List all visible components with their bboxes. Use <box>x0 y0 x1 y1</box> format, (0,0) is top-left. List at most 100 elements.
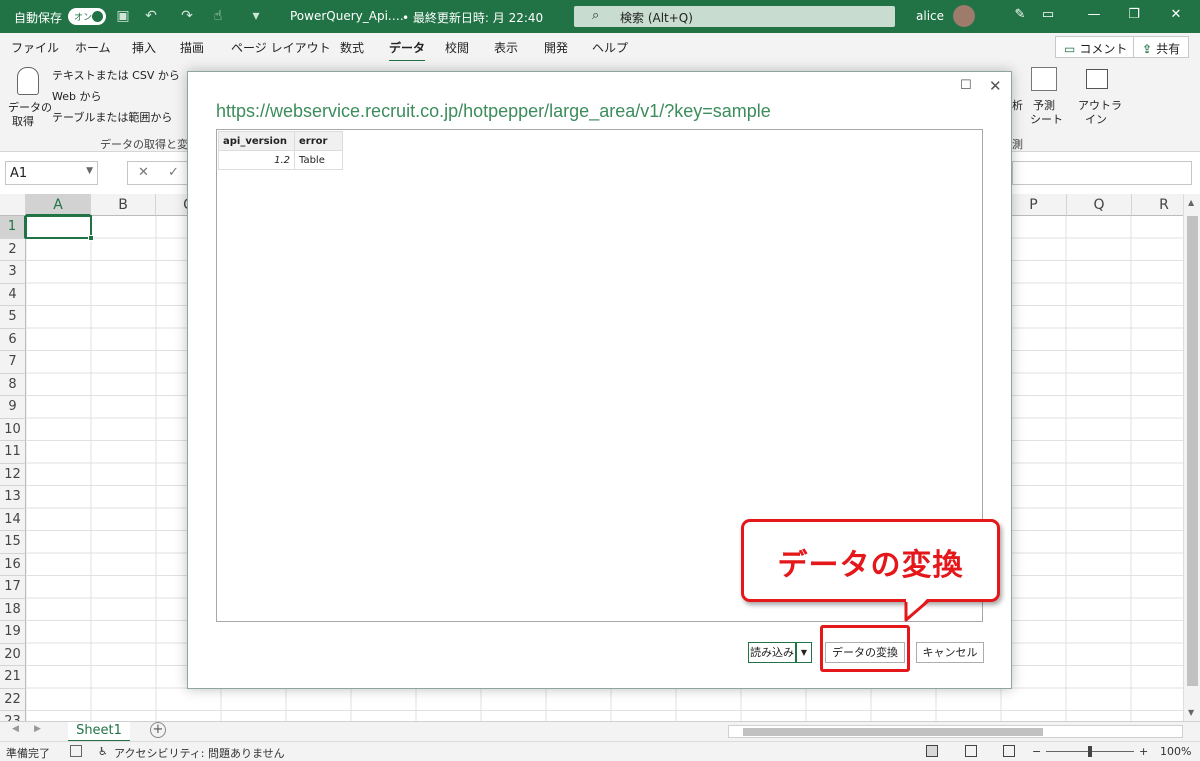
select-all-corner[interactable] <box>0 194 26 216</box>
tab-file[interactable]: ファイル <box>11 39 59 56</box>
outline-label-2[interactable]: イン <box>1085 111 1107 127</box>
scroll-up-icon[interactable]: ▲ <box>1188 198 1194 207</box>
user-name[interactable]: alice <box>916 9 944 23</box>
row-header[interactable]: 14 <box>0 508 26 531</box>
ribbon-display-icon[interactable]: ▭ <box>1038 7 1058 22</box>
zoom-in-icon[interactable]: + <box>1139 745 1148 758</box>
row-header[interactable]: 2 <box>0 238 26 261</box>
sheet-prev-icon[interactable]: ◀ <box>12 724 19 734</box>
from-table-button[interactable]: テーブルまたは範囲から <box>52 109 172 125</box>
preview-header-error: error <box>294 131 343 151</box>
column-header-a[interactable]: A <box>26 194 91 216</box>
redo-icon[interactable]: ↷ <box>178 7 196 25</box>
row-header[interactable]: 18 <box>0 598 26 621</box>
analysis-label[interactable]: 析 <box>1012 97 1023 113</box>
autosave-toggle[interactable]: オン <box>68 8 106 25</box>
active-cell[interactable] <box>25 215 94 241</box>
tab-data[interactable]: データ <box>389 39 426 63</box>
sheet-next-icon[interactable]: ▶ <box>34 724 41 734</box>
from-web-button[interactable]: Web から <box>52 88 101 104</box>
column-header-b[interactable]: B <box>91 194 156 216</box>
name-box[interactable]: A1 ▼ <box>5 161 98 185</box>
row-header[interactable]: 4 <box>0 283 26 306</box>
normal-view-icon[interactable] <box>926 745 938 757</box>
callout-tail <box>904 598 929 622</box>
share-button[interactable]: ⇪ 共有 <box>1133 36 1190 58</box>
row-header[interactable]: 1 <box>0 216 26 239</box>
row-header[interactable]: 12 <box>0 463 26 486</box>
scroll-down-icon[interactable]: ▼ <box>1188 708 1194 717</box>
undo-icon[interactable]: ↶ <box>142 7 160 25</box>
tab-view[interactable]: 表示 <box>494 39 518 56</box>
zoom-out-icon[interactable]: − <box>1032 745 1041 758</box>
tab-formulas[interactable]: 数式 <box>340 39 364 56</box>
zoom-level[interactable]: 100% <box>1160 745 1191 758</box>
share-label: 共有 <box>1156 42 1181 56</box>
accessibility-icon[interactable]: ♿ <box>98 745 108 758</box>
save-icon[interactable]: ▣ <box>114 7 132 25</box>
row-header[interactable]: 17 <box>0 576 26 599</box>
row-header[interactable]: 3 <box>0 261 26 284</box>
comment-button[interactable]: ▭ コメント <box>1055 36 1137 58</box>
preview-cell-error[interactable]: Table <box>294 150 343 170</box>
last-modified[interactable]: • 最終更新日時: 月 22:40 <box>402 9 543 26</box>
tab-home[interactable]: ホーム <box>75 39 111 56</box>
fill-handle[interactable] <box>88 235 94 241</box>
page-layout-view-icon[interactable] <box>965 745 977 757</box>
row-header[interactable]: 15 <box>0 531 26 554</box>
row-header[interactable]: 23 <box>0 711 26 721</box>
row-header[interactable]: 19 <box>0 621 26 644</box>
sheet-tab-sheet1[interactable]: Sheet1 <box>68 722 130 742</box>
minimize-icon[interactable]: — <box>1084 7 1104 22</box>
row-header[interactable]: 11 <box>0 441 26 464</box>
row-header[interactable]: 16 <box>0 553 26 576</box>
autosave-label: 自動保存 <box>14 11 63 25</box>
touch-mode-icon[interactable]: ☝ <box>209 7 227 25</box>
cancel-button[interactable]: キャンセル <box>916 642 984 663</box>
maximize-icon[interactable]: ☐ <box>960 78 972 93</box>
tab-developer[interactable]: 開発 <box>544 39 568 56</box>
tab-review[interactable]: 校閲 <box>445 39 469 56</box>
row-header[interactable]: 22 <box>0 688 26 711</box>
avatar[interactable] <box>953 5 975 27</box>
formula-input[interactable] <box>1012 161 1192 185</box>
row-header[interactable]: 8 <box>0 373 26 396</box>
pen-icon[interactable]: ✎ <box>1010 7 1030 22</box>
chevron-down-icon[interactable]: ▼ <box>86 166 93 176</box>
macro-record-icon[interactable] <box>70 745 82 757</box>
page-break-view-icon[interactable] <box>1003 745 1015 757</box>
row-header[interactable]: 9 <box>0 396 26 419</box>
dialog-close-icon[interactable]: ✕ <box>989 77 1002 95</box>
row-header[interactable]: 20 <box>0 643 26 666</box>
get-data-label-2[interactable]: 取得 <box>12 113 34 129</box>
row-header[interactable]: 6 <box>0 328 26 351</box>
accessibility-status[interactable]: アクセシビリティ: 問題ありません <box>114 745 285 761</box>
column-header-r[interactable]: R <box>1132 194 1183 216</box>
tab-page-layout[interactable]: ページ レイアウト <box>231 39 331 56</box>
add-sheet-icon[interactable]: + <box>150 722 166 738</box>
zoom-slider-thumb[interactable] <box>1088 746 1092 757</box>
close-icon[interactable]: ✕ <box>1166 7 1186 22</box>
tab-draw[interactable]: 描画 <box>180 39 204 56</box>
vertical-scrollbar[interactable]: ▲ ▼ <box>1183 194 1200 721</box>
load-button[interactable]: 読み込み <box>748 642 796 663</box>
row-header[interactable]: 5 <box>0 306 26 329</box>
vertical-scroll-thumb[interactable] <box>1187 216 1198 686</box>
column-header-q[interactable]: Q <box>1067 194 1132 216</box>
forecast-label-2[interactable]: シート <box>1030 111 1063 127</box>
row-header[interactable]: 10 <box>0 418 26 441</box>
enter-icon[interactable]: ✓ <box>168 165 179 180</box>
tab-insert[interactable]: 挿入 <box>132 39 156 56</box>
from-csv-button[interactable]: テキストまたは CSV から <box>52 67 180 83</box>
cancel-icon[interactable]: ✕ <box>138 165 149 180</box>
search-box[interactable]: ⌕ 検索 (Alt+Q) <box>574 6 895 27</box>
row-header[interactable]: 7 <box>0 351 26 374</box>
restore-icon[interactable]: ❐ <box>1124 7 1144 22</box>
row-header[interactable]: 13 <box>0 486 26 509</box>
horizontal-scrollbar[interactable] <box>728 725 1183 738</box>
horizontal-scroll-thumb[interactable] <box>743 728 1043 736</box>
row-header[interactable]: 21 <box>0 666 26 689</box>
tab-help[interactable]: ヘルプ <box>592 39 628 56</box>
customize-toolbar-icon[interactable]: ▾ <box>247 7 265 25</box>
load-dropdown-icon[interactable]: ▼ <box>796 642 812 663</box>
